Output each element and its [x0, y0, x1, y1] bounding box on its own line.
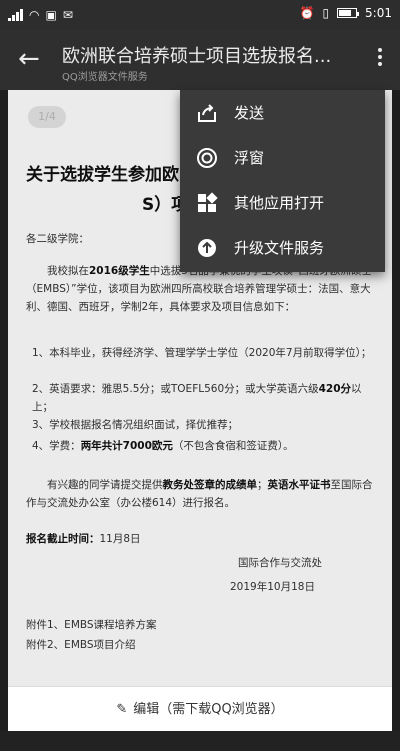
item4-suffix: （不包含食宿和签证费）。 — [172, 440, 294, 452]
page-subtitle: QQ浏览器文件服务 — [62, 72, 148, 83]
upgrade-icon — [198, 239, 216, 257]
status-right: ⏰ ▯ 5:01 — [299, 6, 392, 20]
para2-bold2: 英语水平证书 — [267, 479, 331, 491]
attachment-2[interactable]: 附件2、EMBS项目介绍 — [26, 636, 378, 654]
item4-bold: 两年共计7000欧元 — [80, 440, 173, 452]
battery-icon — [337, 8, 360, 18]
signature: 国际合作与交流处 — [238, 557, 322, 569]
menu-label-float-window: 浮窗 — [234, 149, 265, 167]
page-title: 欧洲联合培养硕士项目选拔报名... — [62, 46, 332, 67]
navigation-strip — [0, 731, 400, 751]
edit-icon: ✎ — [116, 702, 128, 717]
back-arrow-icon[interactable]: ← — [18, 44, 40, 74]
signal-icon — [8, 9, 23, 21]
deadline: 报名截止时间：11月8日 — [26, 530, 378, 548]
paragraph-2: 有兴趣的同学请提交提供教务处签章的成绩单；英语水平证书至国际合作与交流处办公室（… — [26, 476, 378, 512]
status-left: ◠ ▣ ✉ — [8, 8, 73, 22]
page-indicator: 1/4 — [28, 106, 66, 128]
item4-prefix: 4、学费： — [32, 440, 81, 452]
menu-label-open-with: 其他应用打开 — [234, 194, 325, 212]
menu-item-upgrade[interactable]: 升级文件服务 — [180, 225, 385, 270]
item2-bold: 420分 — [318, 383, 352, 395]
apps-icon — [198, 192, 218, 212]
edit-bar[interactable]: ✎ 编辑（需下载QQ浏览器） — [8, 686, 392, 731]
requirement-3: 3、学校根据报名情况组织面试，择优推荐； — [32, 419, 239, 431]
float-window-icon — [197, 148, 217, 168]
menu-item-open-with[interactable]: 其他应用打开 — [180, 180, 385, 225]
status-time: 5:01 — [365, 6, 392, 20]
attachment-1[interactable]: 附件1、EMBS课程培养方案 — [26, 616, 378, 634]
deadline-value: 11月8日 — [99, 533, 141, 545]
para2-bold1: 教务处签章的成绩单 — [162, 479, 258, 491]
menu-item-float-window[interactable]: 浮窗 — [180, 135, 385, 180]
menu-item-send[interactable]: 发送 — [180, 90, 385, 135]
para2-prefix: 有兴趣的同学请提交提供 — [47, 479, 163, 491]
status-bar: ◠ ▣ ✉ ⏰ ▯ 5:01 — [0, 0, 400, 30]
options-menu: 发送 浮窗 其他应用打开 升级文件服务 — [180, 90, 385, 272]
more-options-icon[interactable] — [378, 48, 384, 69]
requirement-4: 4、学费：两年共计7000欧元（不包含食宿和签证费）。 — [26, 437, 378, 455]
edit-label: 编辑（需下载QQ浏览器） — [133, 702, 284, 717]
wifi-icon: ◠ — [29, 8, 40, 22]
para2-mid: ； — [257, 479, 268, 491]
deadline-label: 报名截止时间： — [26, 533, 100, 545]
vibrate-icon: ▯ — [322, 6, 330, 20]
signature-date: 2019年10月18日 — [230, 581, 315, 593]
document-title-line1: 关于选拔学生参加欧 — [26, 165, 179, 185]
requirement-2: 2、英语要求：雅思5.5分；或TOEFL560分；或大学英语六级420分以上； — [26, 380, 378, 416]
para1-prefix: 我校拟在 — [47, 265, 89, 277]
message-icon: ✉ — [62, 8, 73, 22]
menu-label-upgrade: 升级文件服务 — [234, 239, 325, 257]
menu-label-send: 发送 — [234, 104, 265, 122]
item2-prefix: 2、英语要求：雅思5.5分；或TOEFL560分；或大学英语六级 — [32, 383, 319, 395]
para1-bold: 2016级学生 — [89, 265, 150, 277]
requirement-1: 1、本科毕业，获得经济学、管理学学士学位（2020年7月前取得学位）； — [32, 347, 372, 359]
share-icon — [198, 104, 216, 122]
alarm-icon: ⏰ — [299, 6, 315, 20]
notification-icon: ▣ — [45, 8, 57, 22]
app-bar: ← 欧洲联合培养硕士项目选拔报名... QQ浏览器文件服务 — [0, 30, 400, 90]
